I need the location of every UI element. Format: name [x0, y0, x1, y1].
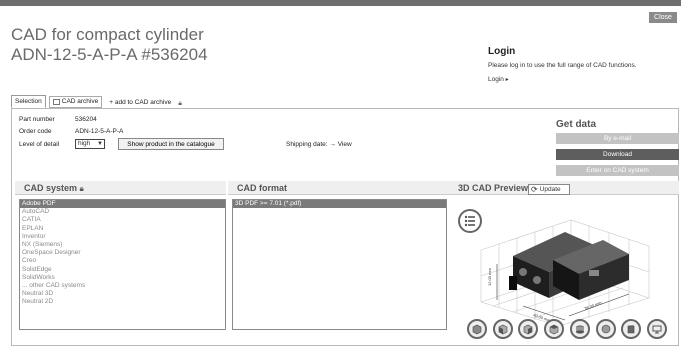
- cube-top-icon: [549, 324, 559, 335]
- cad-system-option[interactable]: Neutral 3D: [20, 290, 225, 298]
- refresh-icon: ⟳: [531, 185, 538, 194]
- cad-system-option[interactable]: OneSpace Designer: [20, 249, 225, 257]
- view-shaded-button[interactable]: [596, 319, 616, 339]
- cad-format-list[interactable]: 3D PDF >= 7.01 (*.pdf): [232, 199, 447, 330]
- view-side-button[interactable]: [518, 319, 538, 339]
- arrow-right-icon: →: [329, 141, 338, 148]
- cad-system-list[interactable]: Adobe PDF AutoCAD CATIA EPLAN Inventor NX (Si…: [19, 199, 226, 330]
- chevron-down-icon: ▼: [97, 141, 103, 147]
- cube-back-icon: [627, 325, 635, 334]
- page-title-line2: ADN-12-5-A-P-A #536204: [11, 45, 208, 64]
- tab-bar: Selection CAD archive + add to CAD archi…: [11, 95, 182, 108]
- shipping-date: Shipping date: → View: [286, 141, 352, 148]
- cad-format-header: CAD format: [228, 181, 450, 195]
- archive-icon: [52, 99, 60, 105]
- shipping-date-label: Shipping date:: [286, 141, 328, 148]
- lock-icon: 🔒︎: [79, 184, 84, 193]
- cad-system-option[interactable]: ... other CAD systems: [20, 282, 225, 290]
- tab-cad-archive-label: CAD archive: [61, 98, 99, 105]
- cad-system-option[interactable]: Neutral 2D: [20, 298, 225, 306]
- cube-side-icon: [523, 324, 533, 335]
- update-label: Update: [539, 186, 561, 193]
- cad-system-option[interactable]: AutoCAD: [20, 208, 225, 216]
- order-code-value: ADN-12-5-A-P-A: [75, 128, 124, 135]
- update-button[interactable]: ⟳ Update: [528, 184, 570, 195]
- level-of-detail-label: Level of detail: [19, 141, 60, 148]
- part-number-value: 536204: [75, 116, 97, 123]
- list-icon: [464, 215, 475, 227]
- cylinder-icon: [576, 325, 584, 334]
- preview-title: 3D CAD Preview: [458, 183, 529, 193]
- page-title-line1: CAD for compact cylinder: [11, 25, 204, 44]
- cad-preview-viewport[interactable]: 12.00 mm 40.00 mm 36.00 mm: [453, 198, 677, 344]
- cad-system-option[interactable]: Creo: [20, 257, 225, 265]
- show-product-button[interactable]: Show product in the catalogue: [118, 138, 224, 150]
- cad-format-option[interactable]: 3D PDF >= 7.01 (*.pdf): [233, 200, 446, 209]
- cad-system-option[interactable]: SolidWorks: [20, 274, 225, 282]
- cad-system-option[interactable]: NX (Siemens): [20, 241, 225, 249]
- cube-front-icon: [498, 324, 508, 335]
- monitor-icon: [652, 325, 662, 334]
- svg-text:36.00 mm: 36.00 mm: [584, 300, 603, 311]
- cad-system-header: CAD system 🔒︎: [15, 181, 226, 195]
- cad-system-option[interactable]: Adobe PDF: [20, 200, 225, 209]
- part-number-label: Part number: [19, 116, 55, 123]
- cad-system-option[interactable]: SolidEdge: [20, 266, 225, 274]
- download-button[interactable]: Download: [556, 149, 679, 160]
- chevron-right-icon: ▸: [503, 77, 509, 83]
- lock-icon: 🔒︎: [178, 100, 182, 107]
- add-to-archive-label: add to CAD archive: [114, 99, 172, 106]
- cad-system-option[interactable]: CATIA: [20, 216, 225, 224]
- enter-cad-system-button[interactable]: Enter on CAD system: [556, 165, 679, 176]
- view-bottom-button[interactable]: [570, 319, 590, 339]
- level-of-detail-value: high: [78, 140, 91, 147]
- login-link-label: Login: [488, 76, 504, 83]
- get-data-title: Get data: [556, 119, 597, 130]
- fullscreen-button[interactable]: [647, 319, 667, 339]
- login-link[interactable]: Login ▸: [488, 76, 509, 83]
- list-view-button[interactable]: [458, 209, 482, 233]
- login-title: Login: [488, 46, 516, 57]
- view-front-button[interactable]: [493, 319, 513, 339]
- cube-iso-icon: [472, 324, 482, 335]
- tab-selection[interactable]: Selection: [11, 95, 46, 108]
- login-description: Please log in to use the full range of C…: [488, 62, 637, 69]
- cad-format-title: CAD format: [237, 183, 288, 193]
- view-back-button[interactable]: [621, 319, 641, 339]
- shipping-view-link[interactable]: View: [338, 141, 352, 148]
- tab-cad-archive[interactable]: CAD archive: [48, 96, 103, 108]
- view-iso-button[interactable]: [467, 319, 487, 339]
- svg-text:12.00 mm: 12.00 mm: [487, 268, 492, 286]
- cylinder-3d-model: 12.00 mm 40.00 mm 36.00 mm: [480, 219, 650, 327]
- by-email-button[interactable]: By e-mail: [556, 133, 679, 144]
- add-to-archive-link[interactable]: + add to CAD archive: [106, 97, 174, 108]
- view-top-button[interactable]: [544, 319, 564, 339]
- top-rule: [0, 0, 681, 6]
- order-code-label: Order code: [19, 128, 52, 135]
- cad-system-title: CAD system: [24, 183, 78, 193]
- level-of-detail-select[interactable]: high ▼: [75, 139, 105, 149]
- sphere-icon: [601, 324, 611, 334]
- cad-system-option[interactable]: Inventor: [20, 233, 225, 241]
- cad-system-option[interactable]: EPLAN: [20, 225, 225, 233]
- close-button[interactable]: Close: [649, 12, 677, 23]
